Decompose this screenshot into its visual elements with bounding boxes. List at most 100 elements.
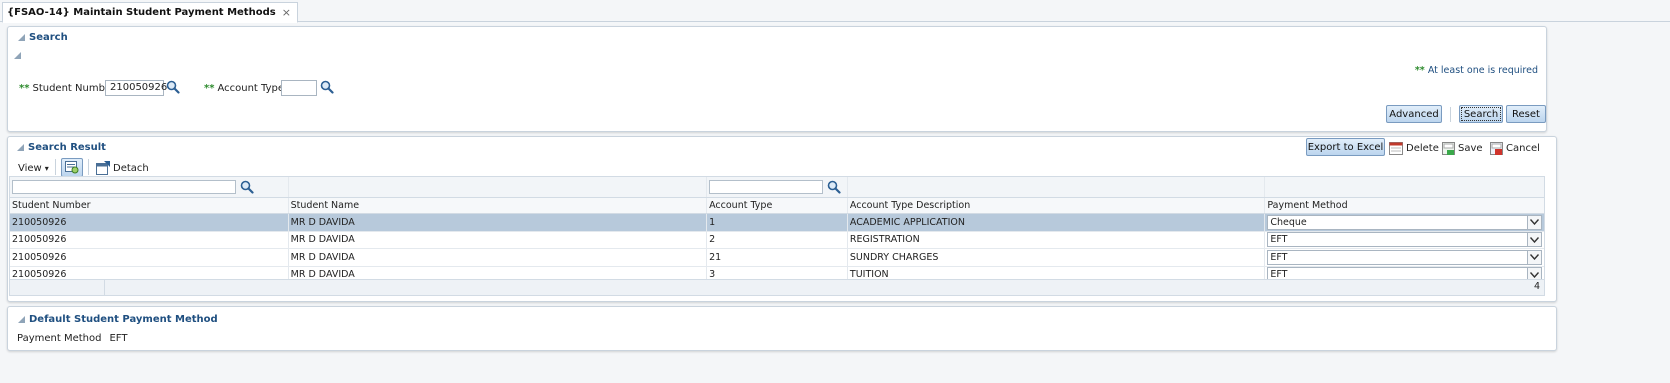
payment-method-value: EFT	[1270, 251, 1288, 263]
search-button[interactable]: Search	[1459, 105, 1503, 123]
search-result-header[interactable]: Search Result	[17, 142, 106, 153]
column-header-account-type-description[interactable]: Account Type Description	[848, 198, 1266, 213]
search-panel-header[interactable]: Search	[18, 32, 68, 43]
search-icon[interactable]	[320, 80, 334, 94]
advanced-button[interactable]: Advanced	[1386, 105, 1442, 123]
cell-student-name: MR D DAVIDA	[289, 231, 708, 248]
required-marker: **	[204, 83, 215, 94]
column-header-account-type[interactable]: Account Type	[707, 198, 848, 213]
table-header-row: Student Number Student Name Account Type…	[10, 198, 1544, 214]
table-footer	[9, 279, 1545, 296]
default-payment-method-title: Default Student Payment Method	[29, 314, 218, 325]
filter-cell	[289, 177, 708, 197]
default-payment-method-header[interactable]: Default Student Payment Method	[18, 314, 218, 325]
cell-payment-method: EFT	[1265, 249, 1544, 266]
filter-cell	[707, 177, 848, 197]
search-icon[interactable]	[240, 180, 254, 194]
payment-method-value: EFT	[1270, 234, 1288, 246]
table-row[interactable]: 210050926 MR D DAVIDA 21 SUNDRY CHARGES …	[10, 249, 1544, 267]
cell-account-type: 2	[707, 231, 848, 248]
chevron-down-icon[interactable]	[1527, 233, 1541, 247]
account-type-label: ** Account Type	[204, 83, 284, 94]
detach-label: Detach	[113, 162, 149, 174]
cell-student-number: 210050926	[10, 249, 289, 266]
save-icon	[1442, 142, 1455, 155]
chevron-down-icon[interactable]	[1527, 215, 1541, 229]
search-icon[interactable]	[827, 180, 841, 194]
divider	[55, 159, 56, 175]
delete-icon	[1389, 142, 1403, 155]
student-number-label-text: Student Number	[32, 83, 116, 94]
payment-method-label: Payment Method	[17, 333, 102, 344]
collapse-triangle-icon[interactable]	[17, 144, 24, 151]
required-marker: **	[1414, 65, 1425, 76]
delete-label: Delete	[1406, 143, 1439, 154]
table-row[interactable]: 210050926 MR D DAVIDA 1 ACADEMIC APPLICA…	[10, 214, 1544, 232]
column-header-payment-method[interactable]: Payment Method	[1265, 198, 1544, 213]
required-marker: **	[19, 83, 30, 94]
cell-description: SUNDRY CHARGES	[848, 249, 1266, 266]
view-menu[interactable]: View ▾	[18, 163, 49, 174]
cell-description: REGISTRATION	[848, 231, 1266, 248]
tab-strip: {FSAO-14} Maintain Student Payment Metho…	[0, 0, 1670, 23]
account-type-input[interactable]	[281, 80, 317, 96]
required-note: ** At least one is required	[1415, 65, 1538, 76]
payment-method-select[interactable]: EFT	[1267, 232, 1542, 248]
collapse-triangle-icon[interactable]	[14, 52, 21, 59]
column-header-student-number[interactable]: Student Number	[10, 198, 289, 213]
student-number-label: ** Student Number	[19, 83, 115, 94]
cell-student-name: MR D DAVIDA	[289, 249, 708, 266]
filter-cell	[1265, 177, 1544, 197]
detach-icon	[96, 161, 110, 175]
cell-student-name: MR D DAVIDA	[289, 214, 708, 231]
payment-method-select[interactable]: EFT	[1267, 249, 1542, 265]
cell-student-number: 210050926	[10, 231, 289, 248]
filter-icon	[64, 160, 78, 173]
cell-description: ACADEMIC APPLICATION	[848, 214, 1266, 231]
student-number-input[interactable]: 210050926	[105, 80, 167, 96]
cell-payment-method: EFT	[1265, 232, 1544, 249]
divider	[1450, 107, 1451, 122]
delete-button[interactable]: Delete	[1389, 142, 1439, 155]
cell-account-type: 1	[707, 214, 848, 231]
student-number-filter-input[interactable]	[12, 180, 236, 194]
collapse-triangle-icon[interactable]	[18, 316, 25, 323]
detach-button[interactable]: Detach	[96, 161, 149, 175]
reset-button[interactable]: Reset	[1506, 105, 1546, 123]
table-row[interactable]: 210050926 MR D DAVIDA 2 REGISTRATION EFT	[10, 231, 1544, 249]
cancel-button[interactable]: Cancel	[1490, 142, 1540, 155]
results-table: Student Number Student Name Account Type…	[9, 176, 1545, 285]
query-by-example-toggle[interactable]	[61, 158, 83, 177]
filter-cell	[10, 177, 289, 197]
tab-maintain-student-payment-methods[interactable]: {FSAO-14} Maintain Student Payment Metho…	[2, 2, 298, 23]
payment-method-value: EFT	[109, 333, 128, 344]
payment-method-select[interactable]: Cheque	[1267, 214, 1542, 230]
filter-cell	[848, 177, 1266, 197]
search-panel: Search ** At least one is required ** St…	[7, 26, 1547, 132]
save-button[interactable]: Save	[1442, 142, 1483, 155]
divider	[104, 280, 105, 296]
cell-student-number: 210050926	[10, 214, 289, 231]
search-icon[interactable]	[166, 80, 180, 94]
column-header-student-name[interactable]: Student Name	[289, 198, 708, 213]
filter-row	[10, 177, 1544, 198]
cell-payment-method: Cheque	[1265, 214, 1544, 231]
collapse-triangle-icon[interactable]	[18, 34, 25, 41]
account-type-filter-input[interactable]	[709, 180, 824, 194]
chevron-down-icon: ▾	[44, 164, 49, 173]
chevron-down-icon[interactable]	[1527, 250, 1541, 264]
view-label: View	[18, 163, 42, 174]
divider	[88, 159, 89, 175]
close-icon[interactable]: ×	[282, 7, 291, 18]
cancel-icon	[1490, 142, 1503, 155]
export-to-excel-button[interactable]: Export to Excel	[1306, 138, 1385, 156]
search-result-title: Search Result	[28, 142, 106, 153]
required-note-text: At least one is required	[1427, 65, 1538, 76]
tab-title: {FSAO-14} Maintain Student Payment Metho…	[7, 7, 276, 18]
default-payment-method-row: Payment Method EFT	[17, 333, 127, 344]
cancel-label: Cancel	[1506, 143, 1540, 154]
default-payment-method-panel: Default Student Payment Method Payment M…	[7, 306, 1557, 351]
payment-method-value: Cheque	[1270, 216, 1307, 228]
row-count: 4	[1534, 281, 1541, 292]
account-type-label-text: Account Type	[217, 83, 284, 94]
